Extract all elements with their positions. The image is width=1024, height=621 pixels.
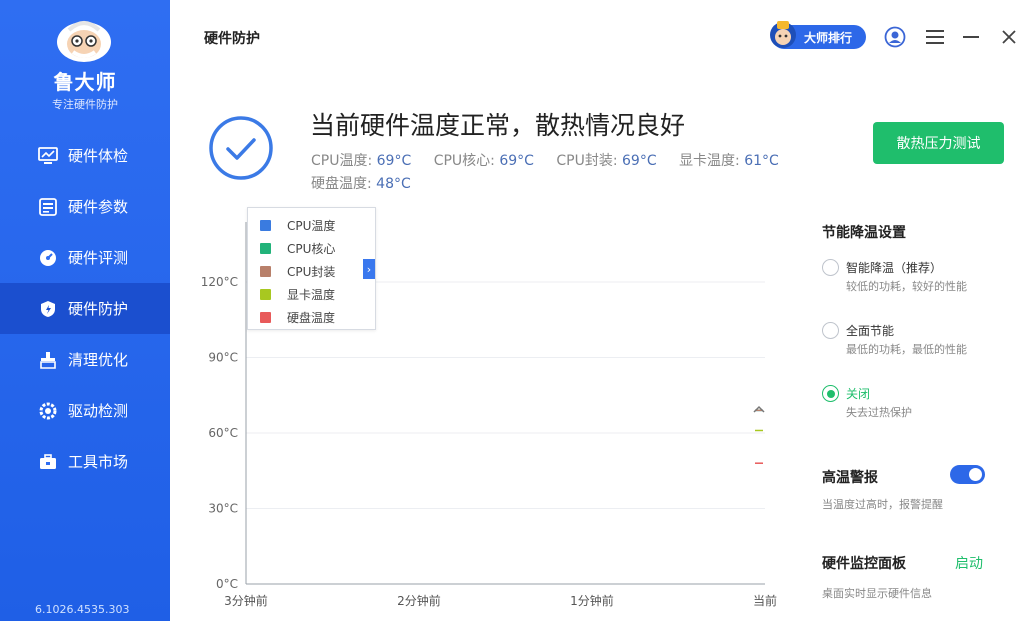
status-title: 当前硬件温度正常，散热情况良好 — [310, 111, 686, 140]
logo-mascot-icon — [57, 21, 111, 62]
sidebar-item-hardware-check[interactable]: 硬件体检 — [0, 130, 170, 181]
gauge-icon — [38, 248, 58, 268]
page-title: 硬件防护 — [204, 31, 260, 47]
temp-disk: 硬盘温度: 48°C — [311, 176, 411, 192]
legend-collapse-chevron-icon[interactable]: › — [363, 259, 375, 279]
legend-item-cpu-package[interactable]: CPU封装 — [248, 260, 375, 283]
radio-button[interactable] — [822, 322, 839, 339]
sidebar-item-label: 工具市场 — [68, 453, 129, 471]
sidebar-item-hardware-protection[interactable]: 硬件防护 — [0, 283, 170, 334]
temp-cpu: CPU温度: 69°C — [311, 153, 412, 169]
y-tick-label: 90°C — [208, 351, 238, 365]
y-tick-label: 120°C — [201, 275, 238, 289]
minimize-icon[interactable] — [960, 26, 982, 48]
toolbox-icon — [38, 452, 58, 472]
option-off[interactable]: 关闭 失去过热保护 — [822, 385, 1002, 423]
broom-icon — [38, 350, 58, 370]
sidebar: 鲁大师 专注硬件防护 硬件体检 硬件参数 硬件评测 硬件防护 清理优化 驱动检测… — [0, 0, 170, 621]
sidebar-item-label: 硬件体检 — [68, 147, 129, 165]
master-ranking-label: 大师排行 — [804, 30, 853, 45]
legend-swatch — [260, 220, 271, 231]
trophy-mascot-icon — [770, 21, 796, 48]
brand-subtitle: 专注硬件防护 — [52, 98, 118, 111]
x-tick-label: 3分钟前 — [224, 593, 268, 608]
radio-button[interactable] — [822, 259, 839, 276]
option-full-saving[interactable]: 全面节能 最低的功耗，最低的性能 — [822, 322, 1002, 360]
legend-swatch — [260, 312, 271, 323]
legend-item-disk-temp[interactable]: 硬盘温度 — [248, 306, 375, 329]
y-tick-label: 60°C — [208, 426, 238, 440]
sidebar-item-label: 硬件评测 — [68, 249, 129, 267]
temp-cpu-package: CPU封装: 69°C — [556, 153, 657, 169]
sidebar-item-cleanup[interactable]: 清理优化 — [0, 334, 170, 385]
temp-gpu: 显卡温度: 61°C — [679, 153, 779, 169]
alarm-description: 当温度过高时，报警提醒 — [822, 498, 943, 511]
legend-swatch — [260, 266, 271, 277]
sidebar-item-driver-check[interactable]: 驱动检测 — [0, 385, 170, 436]
shield-icon — [38, 299, 58, 319]
sidebar-item-label: 硬件参数 — [68, 198, 129, 216]
monitor-description: 桌面实时显示硬件信息 — [822, 587, 932, 600]
sidebar-nav: 硬件体检 硬件参数 硬件评测 硬件防护 清理优化 驱动检测 工具市场 — [0, 130, 170, 487]
x-tick-label: 2分钟前 — [397, 593, 441, 608]
sidebar-item-hardware-benchmark[interactable]: 硬件评测 — [0, 232, 170, 283]
monitor-start-link[interactable]: 启动 — [955, 553, 983, 573]
user-avatar-icon[interactable] — [884, 26, 906, 48]
sidebar-item-label: 清理优化 — [68, 351, 129, 369]
high-temp-alarm-title: 高温警报 — [822, 470, 878, 486]
energy-settings-title: 节能降温设置 — [822, 225, 906, 241]
menu-icon[interactable] — [924, 26, 946, 48]
y-tick-label: 0°C — [216, 577, 238, 591]
gear-icon — [38, 401, 58, 421]
temperature-summary: CPU温度: 69°C CPU核心: 69°C CPU封装: 69°C 显卡温度… — [311, 150, 831, 196]
legend-item-gpu-temp[interactable]: 显卡温度 — [248, 283, 375, 306]
x-tick-label: 当前 — [753, 593, 777, 608]
legend-item-cpu-temp[interactable]: CPU温度 — [248, 214, 375, 237]
stress-test-button[interactable]: 散热压力测试 — [873, 122, 1004, 164]
sidebar-item-hardware-params[interactable]: 硬件参数 — [0, 181, 170, 232]
list-icon — [38, 197, 58, 217]
legend-item-cpu-core[interactable]: CPU核心 — [248, 237, 375, 260]
status-check-icon — [209, 116, 273, 180]
version-label: 6.1026.4535.303 — [35, 603, 130, 616]
sidebar-item-tool-market[interactable]: 工具市场 — [0, 436, 170, 487]
radio-button-selected[interactable] — [822, 385, 839, 402]
alarm-toggle[interactable] — [950, 465, 985, 484]
monitor-chart-icon — [38, 146, 58, 166]
y-tick-label: 30°C — [208, 502, 238, 516]
legend-swatch — [260, 289, 271, 300]
chart-legend: CPU温度 CPU核心 CPU封装 显卡温度 硬盘温度 — [247, 207, 376, 330]
monitor-panel-title: 硬件监控面板 — [822, 556, 906, 572]
scroll-up-chevron-icon — [753, 405, 765, 413]
legend-swatch — [260, 243, 271, 254]
sidebar-item-label: 驱动检测 — [68, 402, 129, 420]
close-icon[interactable] — [998, 26, 1020, 48]
sidebar-item-label: 硬件防护 — [68, 300, 129, 318]
x-tick-label: 1分钟前 — [570, 593, 614, 608]
option-smart-cooling[interactable]: 智能降温（推荐） 较低的功耗，较好的性能 — [822, 259, 1002, 297]
temp-cpu-core: CPU核心: 69°C — [433, 153, 534, 169]
brand-name: 鲁大师 — [53, 70, 117, 94]
